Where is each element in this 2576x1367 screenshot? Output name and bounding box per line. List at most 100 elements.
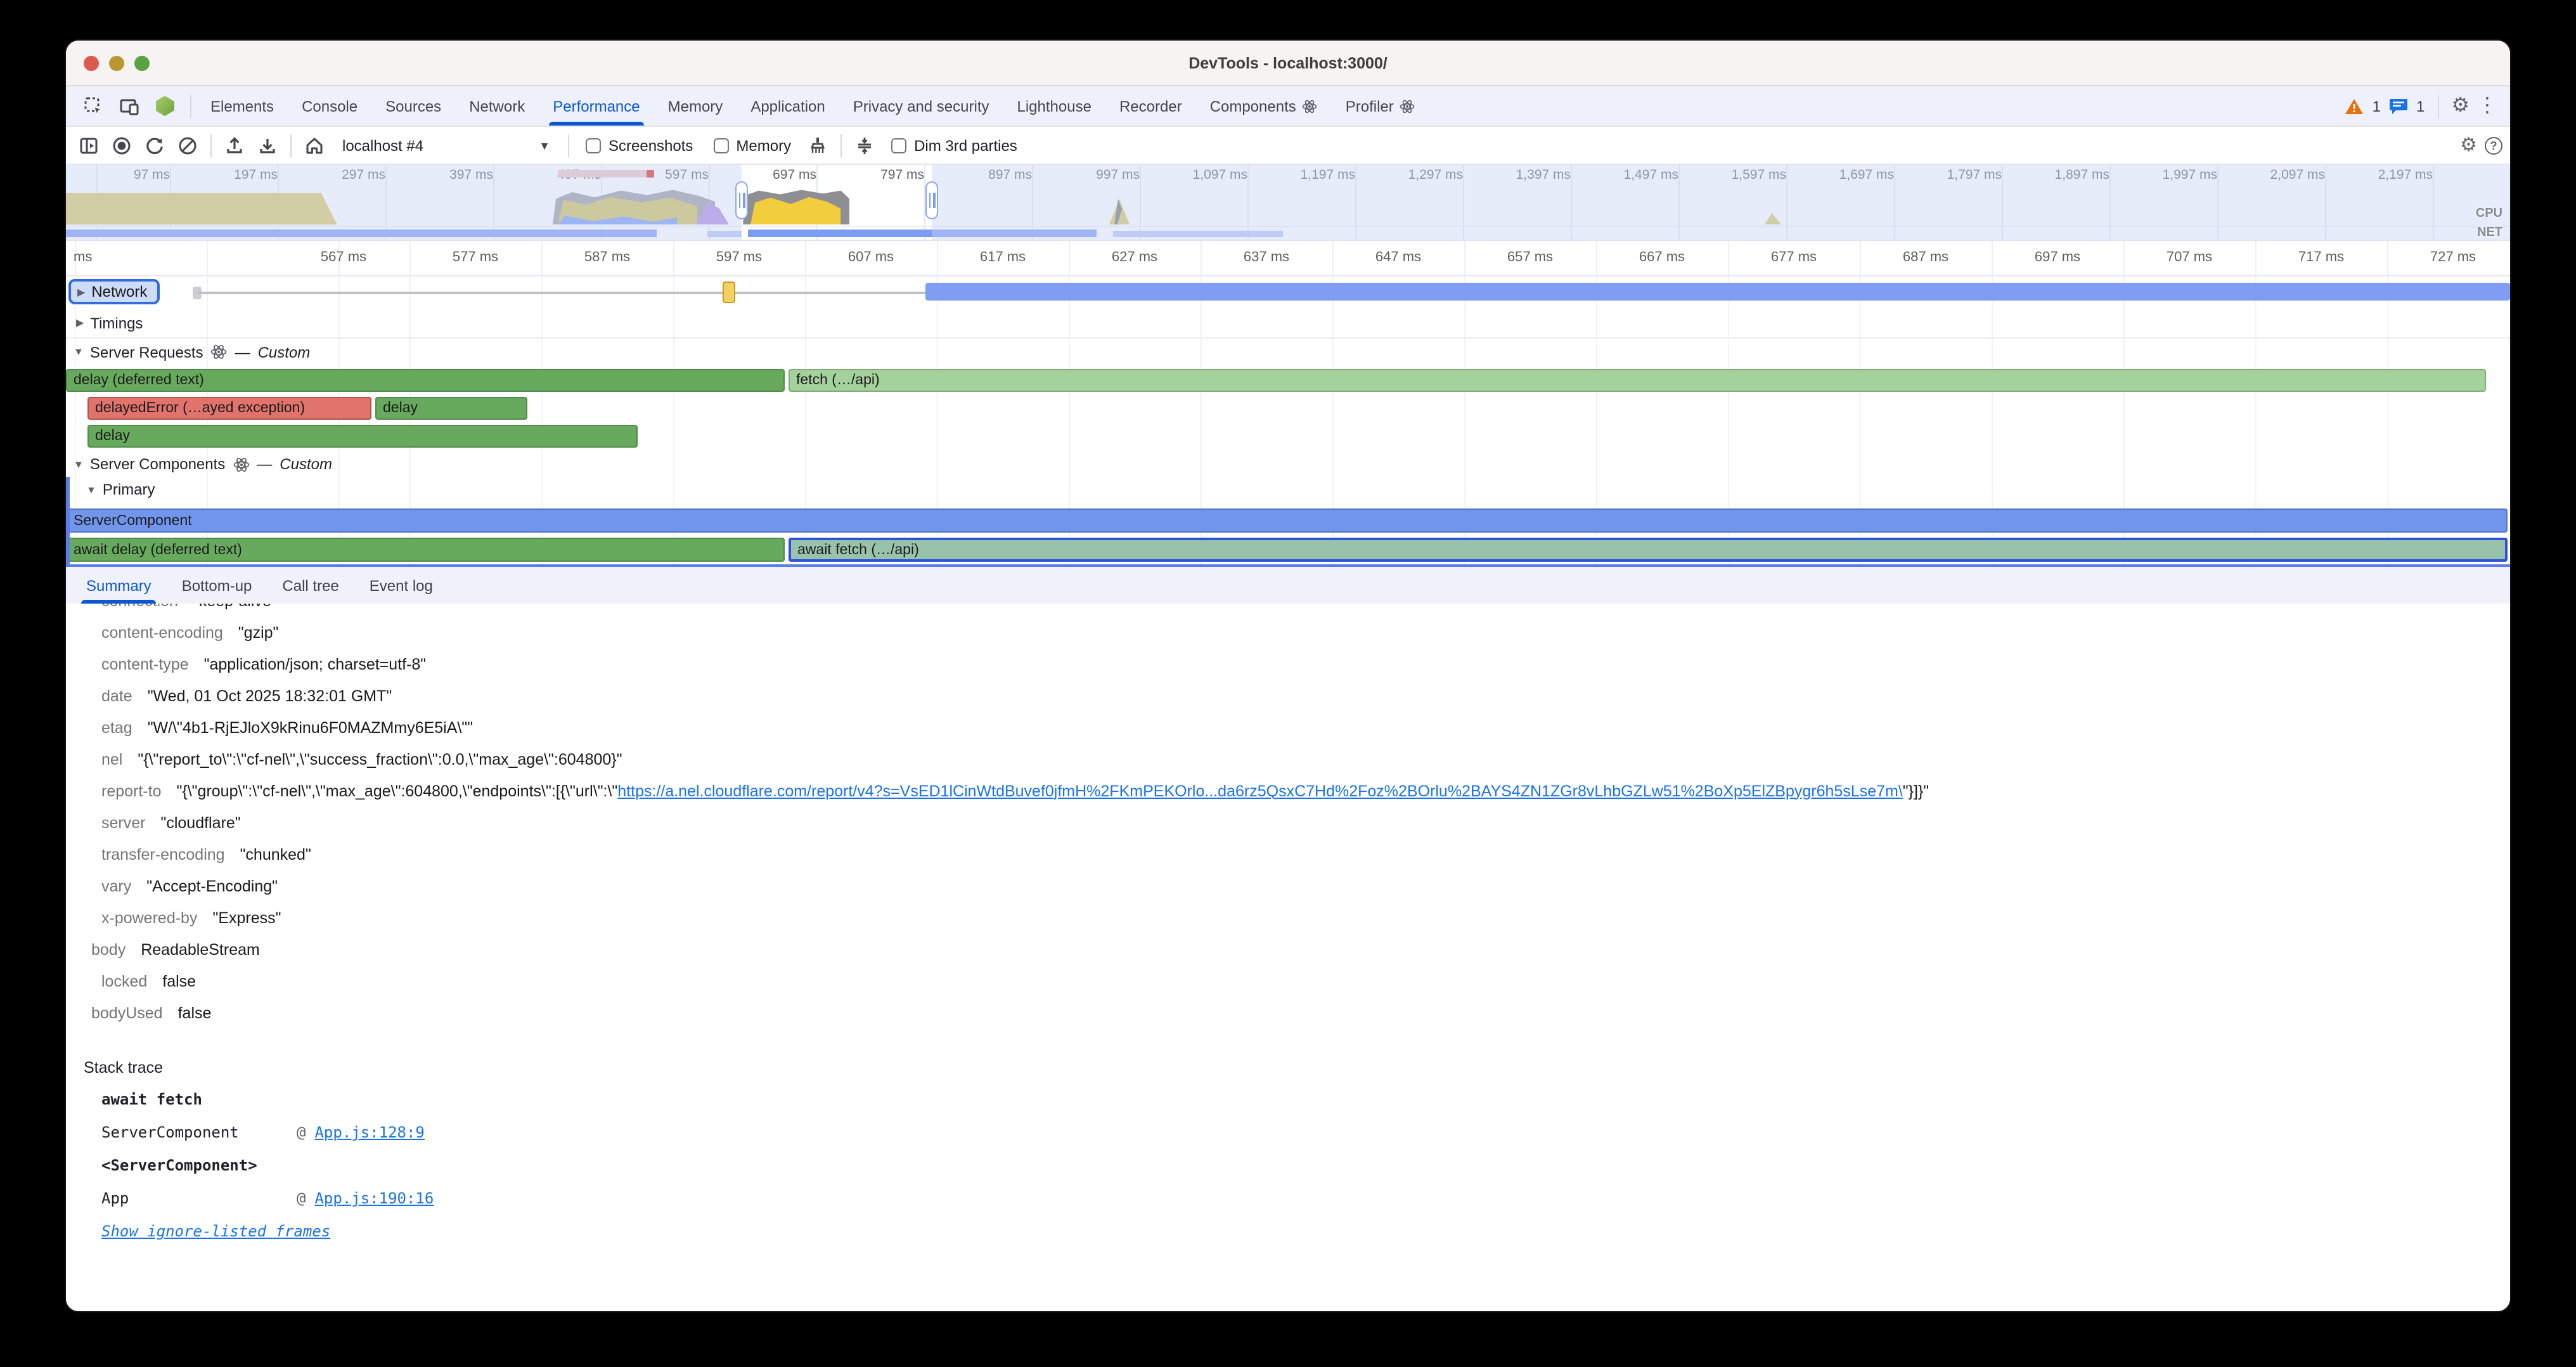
property-key: transfer-encoding (101, 845, 225, 863)
property-key: bodyUsed (91, 1004, 163, 1021)
device-toolbar-icon[interactable] (114, 91, 145, 121)
overview-tick-label: 797 ms (835, 167, 924, 183)
stack-frame-function: ServerComponent (101, 1124, 297, 1141)
collapse-flame-icon[interactable] (849, 130, 880, 160)
flame-bar-fetch-api[interactable]: fetch (…/api) (789, 369, 2486, 392)
server-requests-track-header[interactable]: ▼ Server Requests — Custom (66, 339, 2510, 365)
property-value-link[interactable]: https://a.nel.cloudflare.com/report/v4?s… (617, 782, 1903, 800)
home-icon[interactable] (299, 130, 330, 160)
settings-gear-icon[interactable]: ⚙ (2451, 96, 2470, 116)
primary-group-header[interactable]: ▼ Primary (66, 477, 2510, 502)
server-components-row: await delay (deferred text) await fetch (… (66, 536, 2510, 563)
tab-sources[interactable]: Sources (371, 86, 455, 126)
server-components-track-header[interactable]: ▼ Server Components — Custom (66, 451, 2510, 477)
details-tab-summary[interactable]: Summary (71, 567, 167, 604)
flame-bar-delay[interactable]: delay (375, 397, 527, 420)
selected-track-rail (66, 477, 70, 564)
history-select[interactable]: localhost #4 ▼ (332, 131, 560, 159)
selection-handle-left[interactable] (735, 181, 748, 219)
tab-performance[interactable]: Performance (539, 86, 654, 126)
ruler-tick-label: ms (74, 250, 92, 265)
property-row-connection: connection"keep-alive" (66, 604, 2510, 616)
expand-triangle-icon: ▼ (74, 346, 84, 358)
ruler-tick-label: 667 ms (1594, 250, 1730, 265)
clear-recording-button[interactable] (172, 130, 203, 160)
tab-recorder[interactable]: Recorder (1105, 86, 1196, 126)
property-row-body: bodyReadableStream (66, 933, 2510, 965)
tab-memory[interactable]: Memory (654, 86, 737, 126)
load-profile-icon[interactable] (219, 130, 250, 160)
property-value: "gzip" (238, 623, 279, 641)
property-value: "W/\"4b1-RjEJloX9kRinu6F0MAZMmy6E5iA\"" (148, 718, 473, 736)
selection-handle-right[interactable] (925, 181, 938, 219)
save-profile-icon[interactable] (252, 130, 283, 160)
tab-application[interactable]: Application (737, 86, 839, 126)
timings-track-row[interactable]: ▶ Timings (66, 308, 2510, 339)
panel-settings-gear-icon[interactable]: ⚙ (2460, 136, 2477, 155)
show-ignore-listed-frames-link[interactable]: Show ignore-listed frames (101, 1222, 330, 1240)
issues-count[interactable]: 1 (2416, 97, 2425, 115)
ruler-tick-label: 597 ms (671, 250, 808, 265)
flame-bar-await-fetch-api[interactable]: await fetch (…/api) (789, 538, 2508, 562)
screenshots-checkbox[interactable]: Screenshots (586, 136, 693, 154)
toggle-sidebar-icon[interactable] (74, 130, 104, 160)
panel-tabs: ElementsConsoleSourcesNetworkPerformance… (196, 86, 1429, 126)
stack-frame: App@App.js:190:16 (66, 1182, 2510, 1215)
warnings-icon[interactable] (2345, 97, 2365, 115)
stack-frame-source-link[interactable]: App.js:128:9 (314, 1124, 424, 1141)
flame-chart-tracks[interactable]: ▶ Network ▶ Timings ▼ Server Requests (66, 276, 2510, 567)
checkbox-box (586, 138, 601, 153)
overview-dim-right (932, 165, 2510, 240)
server-components-row: ServerComponent (66, 507, 2510, 534)
network-request-bar[interactable] (925, 283, 2510, 301)
stack-frame-source-link[interactable]: App.js:190:16 (314, 1189, 434, 1207)
issues-icon[interactable] (2388, 97, 2409, 115)
flame-bar-label: delayedError (…ayed exception) (95, 401, 305, 416)
ruler-tick-label: 617 ms (934, 250, 1071, 265)
timeline-ruler[interactable]: ms567 ms577 ms587 ms597 ms607 ms617 ms62… (66, 241, 2510, 276)
record-button[interactable] (106, 130, 137, 160)
dim-third-parties-checkbox[interactable]: Dim 3rd parties (891, 136, 1017, 154)
network-request-marker[interactable] (723, 282, 735, 303)
tab-components[interactable]: Components (1196, 86, 1332, 126)
react-devtools-icon (150, 91, 180, 121)
details-tab-event-log[interactable]: Event log (354, 567, 448, 604)
collect-garbage-icon[interactable] (802, 130, 833, 160)
checkbox-box (713, 138, 728, 153)
expand-triangle-icon: ▼ (86, 484, 96, 495)
timeline-overview[interactable]: 97 ms197 ms297 ms397 ms497 ms597 ms697 m… (66, 165, 2510, 241)
help-icon[interactable]: ? (2485, 136, 2502, 154)
details-tab-bottom-up[interactable]: Bottom-up (167, 567, 267, 604)
divider (290, 134, 292, 157)
flame-bar-delay-deferred-text[interactable]: delay (deferred text) (66, 369, 785, 392)
property-row-transfer-encoding: transfer-encoding"chunked" (66, 838, 2510, 870)
inspect-element-icon[interactable] (79, 91, 109, 121)
property-value: "{\"report_to\":\"cf-nel\",\"success_fra… (138, 750, 622, 768)
record-and-reload-button[interactable] (139, 130, 170, 160)
history-select-value: localhost #4 (342, 136, 423, 154)
tab-elements[interactable]: Elements (196, 86, 288, 126)
stack-frame: ServerComponent@App.js:128:9 (66, 1116, 2510, 1149)
details-tab-call-tree[interactable]: Call tree (267, 567, 354, 604)
flame-bar-servercomponent[interactable]: ServerComponent (66, 509, 2508, 533)
divider (568, 134, 569, 157)
property-row-etag: etag"W/\"4b1-RjEJloX9kRinu6F0MAZMmy6E5iA… (66, 711, 2510, 743)
tab-profiler[interactable]: Profiler (1332, 86, 1429, 126)
tab-network[interactable]: Network (455, 86, 539, 126)
flame-bar-delayederror-ayed-exception[interactable]: delayedError (…ayed exception) (87, 397, 371, 420)
network-track-header[interactable]: ▶ Network (68, 279, 160, 304)
more-options-kebab-icon[interactable]: ⋮ (2477, 96, 2497, 116)
memory-checkbox[interactable]: Memory (713, 136, 791, 154)
property-row-nel: nel"{\"report_to\":\"cf-nel\",\"success_… (66, 743, 2510, 775)
tab-lighthouse[interactable]: Lighthouse (1003, 86, 1105, 126)
flame-bar-await-delay-deferred-text[interactable]: await delay (deferred text) (66, 538, 785, 562)
tab-privacy-and-security[interactable]: Privacy and security (839, 86, 1003, 126)
tab-console[interactable]: Console (288, 86, 371, 126)
property-value: "Wed, 01 Oct 2025 18:32:01 GMT" (148, 687, 392, 704)
warnings-count[interactable]: 1 (2373, 97, 2381, 115)
property-value: "keep-alive" (193, 604, 277, 609)
collapse-triangle-icon: ▶ (77, 286, 85, 297)
flame-bar-delay[interactable]: delay (87, 425, 638, 448)
window-titlebar: DevTools - localhost:3000/ (66, 41, 2510, 86)
flame-bar-label: await fetch (…/api) (797, 542, 919, 557)
